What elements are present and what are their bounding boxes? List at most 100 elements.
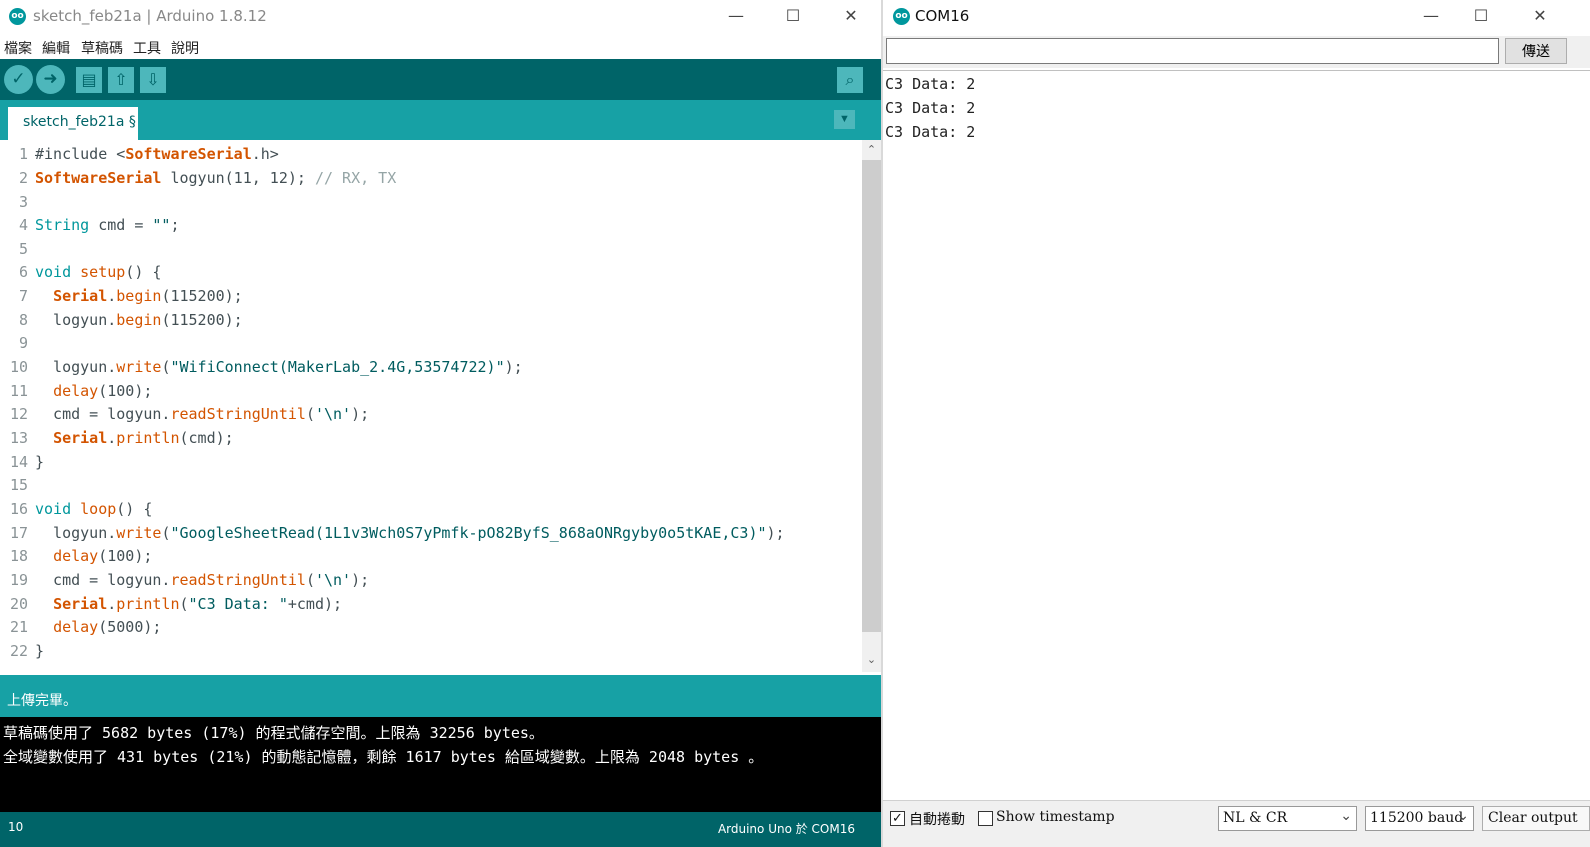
- menu-edit[interactable]: 編輯: [42, 38, 70, 58]
- code-line: 12 cmd = logyun.readStringUntil('\n');: [0, 402, 862, 426]
- code-line: 13 Serial.println(cmd);: [0, 426, 862, 450]
- line-number: 1: [18, 145, 28, 163]
- output-console: 草稿碼使用了 5682 bytes (17%) 的程式儲存空間。上限為 3225…: [0, 717, 881, 812]
- line-number: 4: [18, 216, 28, 234]
- line-ending-select[interactable]: NL & CR ⌄: [1218, 806, 1357, 831]
- send-button[interactable]: 傳送: [1505, 38, 1567, 64]
- baud-rate-value: 115200 baud: [1370, 810, 1464, 826]
- arduino-logo-icon: oo: [893, 8, 910, 25]
- tab-menu-icon[interactable]: ▼: [834, 110, 855, 129]
- code-line: 7 Serial.begin(115200);: [0, 284, 862, 308]
- code-line: 8 logyun.begin(115200);: [0, 308, 862, 332]
- menu-file[interactable]: 檔案: [4, 38, 32, 58]
- code-line: 14}: [0, 450, 862, 474]
- console-line: 草稿碼使用了 5682 bytes (17%) 的程式儲存空間。上限為 3225…: [3, 724, 544, 742]
- tab-bar: sketch_feb21a § ▼: [0, 100, 883, 140]
- send-row: 傳送: [883, 36, 1590, 68]
- close-button[interactable]: ✕: [1517, 0, 1563, 32]
- tab-sketch-feb21a[interactable]: sketch_feb21a §: [8, 107, 138, 140]
- line-number: 17: [9, 524, 28, 542]
- line-number: 21: [9, 618, 28, 636]
- serial-monitor-icon[interactable]: ⌕: [837, 67, 863, 93]
- line-number: 11: [9, 382, 28, 400]
- close-button[interactable]: ✕: [828, 0, 874, 32]
- menu-sketch[interactable]: 草稿碼: [81, 38, 123, 58]
- line-number: 3: [18, 193, 28, 211]
- chevron-down-icon: ⌄: [1340, 808, 1352, 824]
- status-bar: 上傳完畢。: [0, 675, 881, 717]
- line-number: 20: [9, 595, 28, 613]
- code-line: 15: [0, 473, 862, 497]
- maximize-button[interactable]: ☐: [1458, 0, 1504, 32]
- console-line: 全域變數使用了 431 bytes (21%) 的動態記憶體，剩餘 1617 b…: [3, 748, 764, 766]
- cursor-line-number: 10: [8, 820, 24, 834]
- output-line: C3 Data: 2: [885, 99, 976, 117]
- upload-icon[interactable]: ➜: [36, 65, 65, 94]
- arduino-logo-icon: oo: [9, 8, 26, 25]
- line-number: 15: [9, 476, 28, 494]
- line-number: 10: [9, 358, 28, 376]
- line-number: 12: [9, 405, 28, 423]
- code-line: 2 SoftwareSerial logyun(11, 12); // RX, T…: [0, 166, 862, 190]
- line-number: 2: [18, 169, 28, 187]
- clear-output-button[interactable]: Clear output: [1482, 806, 1590, 831]
- line-number: 18: [9, 547, 28, 565]
- code-line: 4 String cmd = "";: [0, 213, 862, 237]
- minimize-button[interactable]: —: [713, 0, 759, 32]
- code-line: 9: [0, 331, 862, 355]
- line-number: 7: [18, 287, 28, 305]
- code-line: 5: [0, 237, 862, 261]
- line-number: 5: [18, 240, 28, 258]
- menu-help[interactable]: 說明: [171, 38, 199, 58]
- code-line: 18 delay(100);: [0, 544, 862, 568]
- editor-scrollbar[interactable]: ⌃ ⌄: [862, 140, 881, 672]
- status-message: 上傳完畢。: [7, 693, 77, 709]
- footer-bar: 10 Arduino Uno 於 COM16: [0, 812, 881, 847]
- baud-rate-select[interactable]: 115200 baud ⌄: [1365, 806, 1474, 831]
- autoscroll-label: 自動捲動: [909, 812, 965, 828]
- serial-input[interactable]: [886, 38, 1499, 64]
- menu-bar: 檔案 編輯 草稿碼 工具 說明: [0, 34, 883, 58]
- code-line: 11 delay(100);: [0, 379, 862, 403]
- code-line: 21 delay(5000);: [0, 615, 862, 639]
- timestamp-checkbox[interactable]: [978, 811, 993, 826]
- scroll-up-icon[interactable]: ⌃: [862, 141, 881, 159]
- code-line: 1 #include <SoftwareSerial.h>: [0, 142, 862, 166]
- line-number: 13: [9, 429, 28, 447]
- new-sketch-icon[interactable]: ▤: [76, 67, 102, 93]
- serial-output: C3 Data: 2 C3 Data: 2 C3 Data: 2: [883, 70, 1590, 800]
- scroll-down-icon[interactable]: ⌄: [862, 651, 881, 669]
- output-line: C3 Data: 2: [885, 75, 976, 93]
- code-line: 6 void setup() {: [0, 260, 862, 284]
- line-number: 9: [18, 334, 28, 352]
- minimize-button[interactable]: —: [1408, 0, 1454, 32]
- timestamp-label: Show timestamp: [996, 809, 1115, 825]
- line-number: 8: [18, 311, 28, 329]
- ide-title-bar: oo sketch_feb21a | Arduino 1.8.12 — ☐ ✕: [0, 0, 883, 32]
- menu-tools[interactable]: 工具: [133, 38, 161, 58]
- code-editor[interactable]: 1 #include <SoftwareSerial.h> 2 SoftwareSe…: [0, 140, 862, 672]
- code-line: 10 logyun.write("WifiConnect(MakerLab_2.…: [0, 355, 862, 379]
- serial-title-bar: oo COM16 — ☐ ✕: [883, 0, 1590, 32]
- open-sketch-icon[interactable]: ⇧: [108, 67, 134, 93]
- scroll-thumb[interactable]: [862, 160, 881, 632]
- save-sketch-icon[interactable]: ⇩: [140, 67, 166, 93]
- code-line: 20 Serial.println("C3 Data: "+cmd);: [0, 592, 862, 616]
- verify-icon[interactable]: ✓: [4, 65, 33, 94]
- window-title: sketch_feb21a | Arduino 1.8.12: [33, 7, 267, 25]
- line-ending-value: NL & CR: [1223, 810, 1288, 826]
- serial-bottom-bar: ✓ 自動捲動 Show timestamp NL & CR ⌄ 115200 b…: [883, 800, 1590, 847]
- board-port-label: Arduino Uno 於 COM16: [717, 822, 855, 836]
- code-line: 19 cmd = logyun.readStringUntil('\n');: [0, 568, 862, 592]
- serial-window-title: COM16: [915, 7, 970, 25]
- line-number: 22: [9, 642, 28, 660]
- line-number: 16: [9, 500, 28, 518]
- chevron-down-icon: ⌄: [1457, 808, 1469, 824]
- autoscroll-checkbox[interactable]: ✓: [890, 811, 905, 826]
- code-line: 3: [0, 190, 862, 214]
- maximize-button[interactable]: ☐: [770, 0, 816, 32]
- output-line: C3 Data: 2: [885, 123, 976, 141]
- code-line: 16 void loop() {: [0, 497, 862, 521]
- code-line: 22}: [0, 639, 862, 663]
- line-number: 19: [9, 571, 28, 589]
